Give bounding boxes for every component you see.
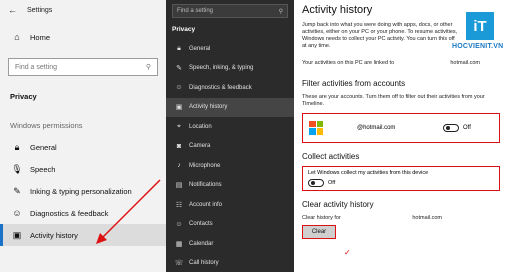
- nav-item-notifications[interactable]: ▤ Notifications: [166, 176, 294, 196]
- microphone-icon: ♪: [177, 162, 181, 170]
- nav-item-general[interactable]: 🔒︎ General: [166, 39, 294, 59]
- camera-icon: ◙: [176, 142, 182, 150]
- hocvienit-logo: iT HOCVIENIT.VN: [452, 12, 508, 72]
- collect-option: Let Windows collect my activities from t…: [303, 167, 499, 190]
- nav-item-camera[interactable]: ◙ Camera: [166, 137, 294, 157]
- nav-item-label: Call history: [189, 260, 219, 267]
- nav-item-microphone[interactable]: ♪ Microphone: [166, 156, 294, 176]
- settings-left-pane: ← Settings ⌂ Home Find a setting ⚲ Priva…: [0, 0, 166, 272]
- sidebar-item-label: Speech: [30, 164, 56, 174]
- nav-item-label: Location: [189, 123, 212, 130]
- call-icon: ☏: [174, 260, 184, 268]
- sidebar-item-diagnostics[interactable]: ☺ Diagnostics & feedback: [0, 202, 166, 224]
- clear-email: hotmail.com: [412, 214, 442, 221]
- account-row: @hotmail.com Off: [303, 114, 499, 142]
- nav-item-call-history[interactable]: ☏ Call history: [166, 254, 294, 272]
- search-input[interactable]: Find a setting ⚲: [8, 58, 158, 76]
- nav-item-contacts[interactable]: ☺ Contacts: [166, 215, 294, 235]
- timeline-icon: ▣: [175, 104, 183, 112]
- linked-label: Your activities on this PC are linked to: [302, 59, 395, 66]
- nav-item-diagnostics[interactable]: ☺ Diagnostics & feedback: [166, 78, 294, 98]
- nav-item-label: Contacts: [189, 221, 213, 228]
- collect-toggle-switch[interactable]: [308, 178, 324, 187]
- sidebar-item-label: Inking & typing personalization: [30, 186, 132, 196]
- filter-description: These are your accounts. Turn them off t…: [302, 93, 485, 107]
- nav-item-label: Diagnostics & feedback: [189, 84, 252, 91]
- contacts-icon: ☺: [175, 220, 183, 228]
- account-toggle-switch[interactable]: [443, 123, 459, 132]
- account-email: @hotmail.com: [357, 124, 396, 131]
- search-placeholder: Find a setting: [15, 63, 58, 71]
- sidebar-item-label: General: [30, 142, 57, 152]
- sidebar-item-speech[interactable]: 🎙︎ Speech: [0, 158, 166, 180]
- sidebar-item-label: Diagnostics & feedback: [30, 208, 109, 218]
- feedback-icon: ☺: [175, 84, 183, 92]
- lock-icon: 🔒︎: [14, 141, 20, 152]
- sidebar-item-inking[interactable]: ✎ Inking & typing personalization: [0, 180, 166, 202]
- app-title: Settings: [27, 6, 53, 14]
- back-arrow-icon[interactable]: ←: [8, 5, 17, 15]
- sidebar-item-label: Activity history: [30, 230, 78, 240]
- lock-icon: 🔒︎: [177, 44, 181, 52]
- nav-item-label: General: [189, 45, 211, 52]
- search-icon: ⚲: [145, 64, 151, 71]
- logo-mark-icon: iT: [466, 12, 494, 40]
- home-nav-item[interactable]: ⌂ Home: [0, 26, 166, 48]
- nav-item-account-info[interactable]: ☷ Account info: [166, 195, 294, 215]
- home-icon: ⌂: [14, 32, 20, 42]
- microsoft-logo-icon: [309, 120, 323, 135]
- collect-label: Let Windows collect my activities from t…: [308, 169, 429, 176]
- clear-button[interactable]: Clear: [302, 224, 336, 239]
- nav-item-label: Camera: [189, 143, 211, 150]
- pen-icon: ✎: [176, 65, 182, 73]
- pen-icon: ✎: [13, 185, 21, 196]
- group-title: Windows permissions: [10, 121, 83, 130]
- account-icon: ☷: [175, 201, 183, 209]
- nav-item-label: Account info: [189, 201, 223, 208]
- nav-item-label: Activity history: [189, 104, 228, 111]
- selection-indicator: [0, 224, 3, 246]
- search-icon: ⚲: [278, 8, 283, 15]
- clear-for-label: Clear history for: [302, 214, 341, 221]
- location-icon: ⌖: [177, 122, 181, 130]
- privacy-nav-pane: Find a setting ⚲ Privacy 🔒︎ General ✎ Spee…: [166, 0, 294, 272]
- nav-item-label: Notifications: [189, 182, 222, 189]
- nav-item-speech-inking[interactable]: ✎ Speech, inking, & typing: [166, 59, 294, 79]
- nav-item-label: Microphone: [189, 162, 221, 169]
- sidebar-item-activity-history[interactable]: ▣ Activity history: [0, 224, 166, 246]
- section-title: Privacy: [10, 92, 37, 101]
- nav-item-calendar[interactable]: ▦ Calendar: [166, 234, 294, 254]
- timeline-icon: ▣: [12, 229, 22, 240]
- search-input-dark[interactable]: Find a setting ⚲: [172, 4, 288, 18]
- clear-for-row: Clear history for hotmail.com: [302, 215, 442, 221]
- privacy-header: Privacy: [172, 26, 196, 33]
- checkmark-icon: ✓: [344, 248, 351, 257]
- search-placeholder: Find a setting: [177, 8, 214, 14]
- nav-item-activity-history[interactable]: ▣ Activity history: [166, 97, 294, 117]
- nav-item-label: Calendar: [189, 240, 214, 247]
- feedback-icon: ☺: [12, 208, 22, 218]
- collect-heading: Collect activities: [302, 151, 360, 161]
- account-filter-box: @hotmail.com Off: [302, 112, 500, 143]
- clear-heading: Clear activity history: [302, 199, 374, 209]
- sidebar-item-general[interactable]: 🔒︎ General: [0, 136, 166, 158]
- title-bar: ← Settings: [0, 0, 166, 20]
- calendar-icon: ▦: [175, 240, 183, 248]
- logo-text: HOCVIENIT.VN: [452, 43, 504, 50]
- collect-toggle-state: Off: [328, 179, 336, 186]
- collect-toggle-row: Off: [308, 178, 494, 187]
- notifications-icon: ▤: [175, 182, 183, 190]
- account-toggle-state: Off: [463, 124, 471, 131]
- microphone-icon: 🎙︎: [11, 163, 23, 174]
- filter-heading: Filter activities from accounts: [302, 78, 406, 88]
- nav-item-label: Speech, inking, & typing: [189, 65, 254, 72]
- home-label: Home: [30, 32, 51, 42]
- collect-box: Let Windows collect my activities from t…: [302, 165, 500, 191]
- nav-item-location[interactable]: ⌖ Location: [166, 117, 294, 137]
- intro-text: Jump back into what you were doing with …: [302, 22, 458, 50]
